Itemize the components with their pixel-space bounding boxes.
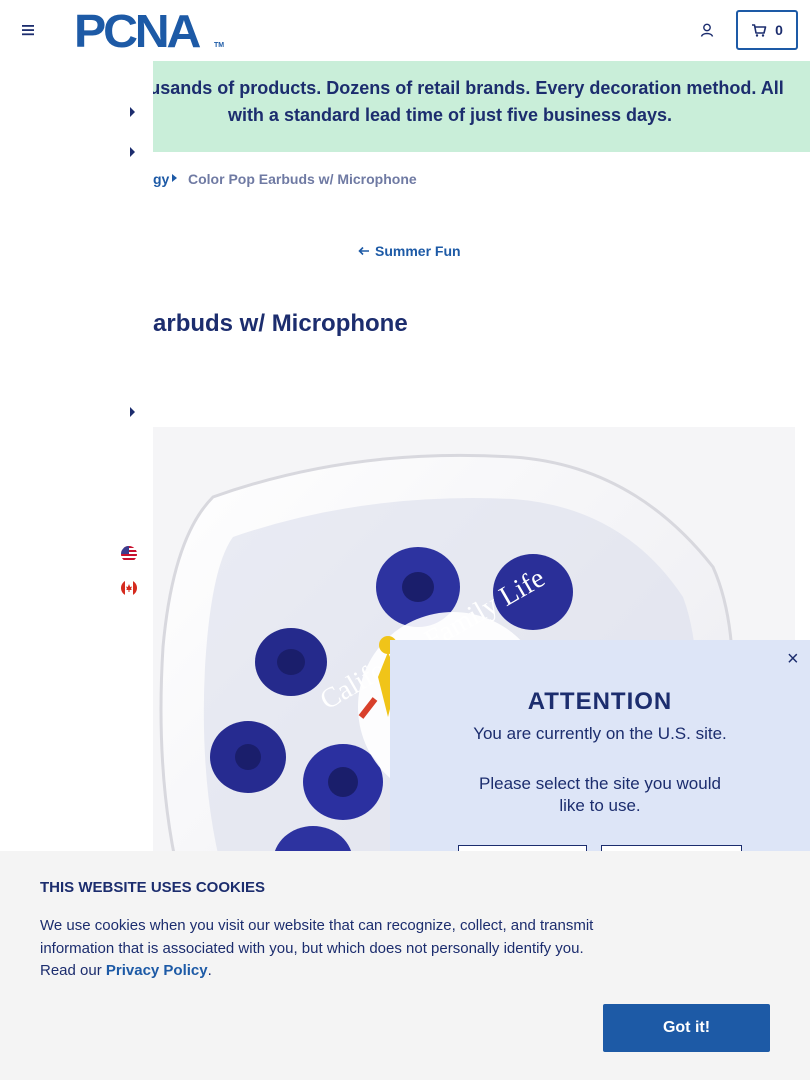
us-flag-icon[interactable] [121, 546, 137, 562]
breadcrumb-previous[interactable]: gy [153, 171, 169, 187]
privacy-policy-link[interactable]: Privacy Policy [106, 962, 208, 979]
banner-text: Thousands of products. Dozens of retail … [116, 78, 784, 125]
breadcrumb-current: Color Pop Earbuds w/ Microphone [188, 171, 417, 187]
cookie-consent-bar: THIS WEBSITE USES COOKIES We use cookies… [0, 851, 810, 1080]
pcna-logo[interactable]: PCNA TM [74, 8, 226, 54]
arrow-left-icon [358, 246, 369, 256]
modal-title: ATTENTION [527, 688, 673, 715]
close-icon[interactable]: × [787, 648, 799, 671]
back-to-category-link[interactable]: Summer Fun [358, 243, 461, 259]
expand-chevron-icon[interactable] [130, 147, 135, 157]
menu-icon[interactable] [20, 22, 36, 38]
cookie-message-end: . [207, 962, 212, 979]
product-title: arbuds w/ Microphone [153, 310, 408, 337]
modal-select-site-text: Please select the site you would like to… [479, 774, 721, 815]
logo-text: PCNA [74, 5, 201, 57]
expand-chevron-icon[interactable] [130, 407, 135, 417]
breadcrumb-separator-icon [172, 174, 177, 182]
cookie-message: We use cookies when you visit our websit… [40, 915, 600, 983]
cart-icon [752, 24, 767, 37]
back-link-label: Summer Fun [375, 243, 461, 259]
cookie-title: THIS WEBSITE USES COOKIES [40, 879, 266, 896]
logo-trademark: TM [214, 42, 225, 49]
expand-chevron-icon[interactable] [130, 107, 135, 117]
site-header: PCNA TM 0 [0, 0, 810, 60]
account-icon[interactable] [699, 22, 715, 38]
promo-banner: Thousands of products. Dozens of retail … [116, 61, 810, 152]
cart-button[interactable]: 0 [736, 10, 798, 50]
canada-flag-icon[interactable] [121, 580, 137, 596]
modal-current-site-text: You are currently on the U.S. site. [473, 724, 727, 743]
cart-count: 0 [775, 22, 783, 38]
accept-cookies-button[interactable]: Got it! [603, 1004, 770, 1052]
